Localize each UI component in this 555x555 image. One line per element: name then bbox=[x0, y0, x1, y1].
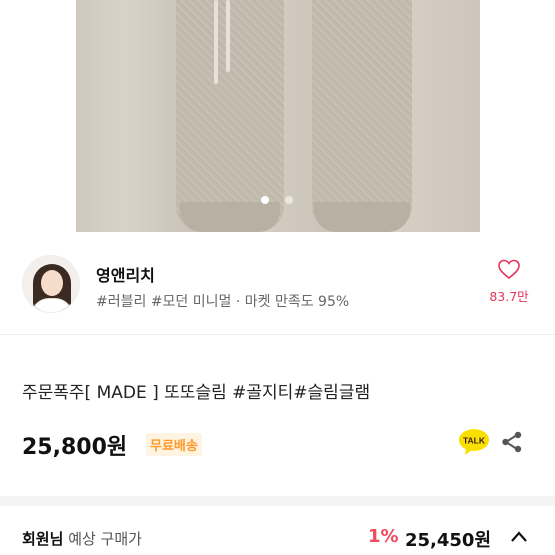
pagination-dot-active[interactable] bbox=[261, 196, 269, 204]
section-gap bbox=[0, 496, 555, 506]
pagination-dot[interactable] bbox=[285, 196, 293, 204]
heart-outline-icon bbox=[498, 259, 520, 280]
pants-cuff bbox=[180, 202, 280, 232]
chevron-up-icon[interactable] bbox=[510, 530, 528, 544]
member-price-row[interactable]: 회원님 예상 구매가 1% 25,450원 bbox=[0, 522, 555, 555]
section-divider bbox=[0, 334, 555, 335]
avatar-face bbox=[41, 270, 63, 296]
seller-name[interactable]: 영앤리치 bbox=[96, 262, 155, 286]
member-discount: 1% bbox=[368, 526, 399, 547]
member-label-weak: 예상 구매가 bbox=[68, 530, 142, 548]
gallery-pagination bbox=[261, 196, 293, 204]
member-label-strong: 회원님 bbox=[22, 530, 64, 548]
member-price: 25,450원 bbox=[405, 530, 492, 551]
kakao-talk-icon[interactable]: TALK bbox=[458, 428, 490, 456]
seller-section: 영앤리치 #러블리 #모던 미니멀 · 마켓 만족도 95% 83.7만 bbox=[0, 240, 555, 332]
like-button[interactable]: 83.7만 bbox=[482, 258, 536, 305]
pants-cuff bbox=[314, 202, 410, 232]
seller-avatar[interactable] bbox=[22, 255, 80, 313]
member-price-label: 회원님 예상 구매가 bbox=[22, 528, 142, 549]
seller-tags: #러블리 #모던 미니멀 · 마켓 만족도 95% bbox=[96, 294, 350, 310]
product-title: 주문폭주[ MADE ] 또또슬림 #골지티#슬림글램 bbox=[22, 383, 371, 403]
drawstring bbox=[226, 0, 230, 72]
product-price: 25,800원 bbox=[22, 435, 128, 460]
pants-right-leg bbox=[312, 0, 412, 232]
talk-label: TALK bbox=[463, 436, 486, 446]
free-shipping-badge: 무료배송 bbox=[146, 433, 202, 456]
drawstring bbox=[214, 0, 218, 84]
like-count: 83.7만 bbox=[489, 289, 529, 304]
share-icon[interactable] bbox=[500, 430, 524, 454]
